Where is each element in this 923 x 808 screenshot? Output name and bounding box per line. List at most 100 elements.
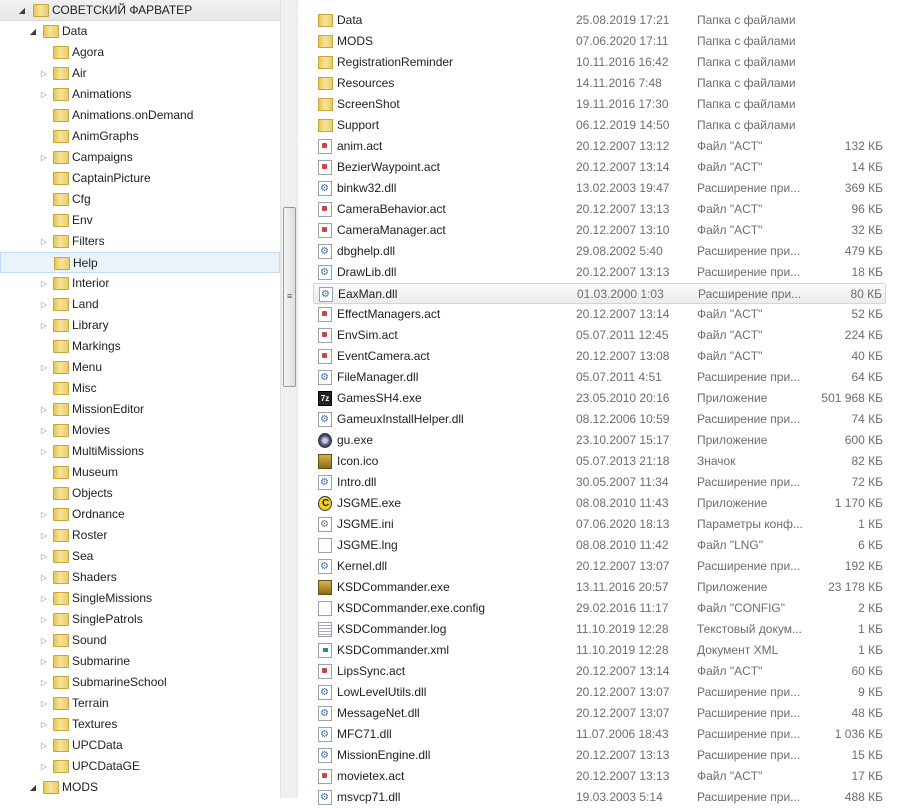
tree-item[interactable]: ▷ Submarine	[0, 651, 280, 672]
file-row[interactable]: MessageNet.dll20.12.2007 13:07Расширение…	[313, 703, 886, 724]
expanded-arrow-icon[interactable]: ◢	[28, 777, 38, 798]
file-row[interactable]: MODS 07.06.2020 17:11 Папка с файлами	[313, 31, 886, 52]
collapsed-arrow-icon[interactable]: ▷	[39, 630, 49, 651]
tree-item[interactable]: Museum	[0, 462, 280, 483]
tree-item[interactable]: Agora	[0, 42, 280, 63]
collapsed-arrow-icon[interactable]: ▷	[39, 525, 49, 546]
tree-item[interactable]: ▷ SinglePatrols	[0, 609, 280, 630]
file-row[interactable]: KSDCommander.xml 11.10.2019 12:28 Документ…	[313, 640, 886, 661]
tree-item[interactable]: ▷ Roster	[0, 525, 280, 546]
tree-item[interactable]: ▷ Movies	[0, 420, 280, 441]
expanded-arrow-icon[interactable]: ◢	[17, 0, 27, 21]
tree-item[interactable]: ▷ Sea	[0, 546, 280, 567]
collapsed-arrow-icon[interactable]: ▷	[39, 714, 49, 735]
file-row[interactable]: ScreenShot 19.11.2016 17:30 Папка с файлам…	[313, 94, 886, 115]
file-row[interactable]: Support 06.12.2019 14:50 Папка с файлами	[313, 115, 886, 136]
tree-item[interactable]: ▷ Air	[0, 63, 280, 84]
collapsed-arrow-icon[interactable]: ▷	[39, 609, 49, 630]
tree-item[interactable]: Markings	[0, 336, 280, 357]
file-row[interactable]: GameuxInstallHelper.dll08.12.2006 10:59Р…	[313, 409, 886, 430]
file-row[interactable]: KSDCommander.exe 13.11.2016 20:57 Приложен…	[313, 577, 886, 598]
collapsed-arrow-icon[interactable]: ▷	[39, 84, 49, 105]
collapsed-arrow-icon[interactable]: ▷	[39, 693, 49, 714]
file-row[interactable]: EaxMan.dll01.03.2000 1:03Расширение при.…	[313, 283, 886, 305]
tree-item[interactable]: ▷ Library	[0, 315, 280, 336]
tree-item[interactable]: ▷ UPCData	[0, 735, 280, 756]
tree-scrollbar[interactable]: ≡	[280, 0, 297, 798]
file-row[interactable]: anim.act 20.12.2007 13:12 Файл "ACT" 132 КБ	[313, 136, 886, 157]
collapsed-arrow-icon[interactable]: ▷	[39, 441, 49, 462]
file-row[interactable]: LowLevelUtils.dll20.12.2007 13:07Расшире…	[313, 682, 886, 703]
tree-item[interactable]: Env	[0, 210, 280, 231]
file-row[interactable]: CameraManager.act 20.12.2007 13:10 Файл "A…	[313, 220, 886, 241]
file-row[interactable]: EnvSim.act 05.07.2011 12:45 Файл "ACT" 224 …	[313, 325, 886, 346]
tree-item[interactable]: ▷ MultiMissions	[0, 441, 280, 462]
tree-item[interactable]: AnimGraphs	[0, 126, 280, 147]
collapsed-arrow-icon[interactable]: ▷	[39, 420, 49, 441]
file-row[interactable]: CameraBehavior.act 20.12.2007 13:13 Файл "…	[313, 199, 886, 220]
tree-item[interactable]: ▷ Land	[0, 294, 280, 315]
collapsed-arrow-icon[interactable]: ▷	[39, 567, 49, 588]
file-row[interactable]: MissionEngine.dll20.12.2007 13:13Расшире…	[313, 745, 886, 766]
tree-item[interactable]: ▷ Menu	[0, 357, 280, 378]
collapsed-arrow-icon[interactable]: ▷	[39, 315, 49, 336]
tree-item[interactable]: ▷ Filters	[0, 231, 280, 252]
file-row[interactable]: binkw32.dll13.02.2003 19:47Расширение пр…	[313, 178, 886, 199]
tree-item[interactable]: ▷ Ordnance	[0, 504, 280, 525]
tree-item[interactable]: ▷ SubmarineSchool	[0, 672, 280, 693]
collapsed-arrow-icon[interactable]: ▷	[39, 735, 49, 756]
collapsed-arrow-icon[interactable]: ▷	[39, 651, 49, 672]
collapsed-arrow-icon[interactable]: ▷	[39, 399, 49, 420]
collapsed-arrow-icon[interactable]: ▷	[39, 357, 49, 378]
tree-item-data[interactable]: ◢ Data	[0, 21, 280, 42]
file-row[interactable]: FileManager.dll05.07.2011 4:51Расширение…	[313, 367, 886, 388]
tree-item[interactable]: Help	[0, 252, 280, 273]
collapsed-arrow-icon[interactable]: ▷	[39, 672, 49, 693]
tree-item-root[interactable]: ◢ СОВЕТСКИЙ ФАРВАТЕР	[0, 0, 280, 21]
tree-item[interactable]: CaptainPicture	[0, 168, 280, 189]
file-row[interactable]: MFC71.dll11.07.2006 18:43Расширение при.…	[313, 724, 886, 745]
collapsed-arrow-icon[interactable]: ▷	[39, 294, 49, 315]
file-row[interactable]: movietex.act 20.12.2007 13:13 Файл "ACT" 17…	[313, 766, 886, 787]
file-row[interactable]: Kernel.dll20.12.2007 13:07Расширение при…	[313, 556, 886, 577]
file-row[interactable]: Intro.dll30.05.2007 11:34Расширение при.…	[313, 472, 886, 493]
file-row[interactable]: KSDCommander.exe.config 29.02.2016 11:17 Ф…	[313, 598, 886, 619]
file-row[interactable]: BezierWaypoint.act 20.12.2007 13:14 Файл "…	[313, 157, 886, 178]
expanded-arrow-icon[interactable]: ◢	[28, 21, 38, 42]
file-row[interactable]: Icon.ico 05.07.2013 21:18 Значок 82 КБ	[313, 451, 886, 472]
tree-item[interactable]: Cfg	[0, 189, 280, 210]
collapsed-arrow-icon[interactable]: ▷	[39, 546, 49, 567]
tree-item[interactable]: ▷ Sound	[0, 630, 280, 651]
file-row[interactable]: LipsSync.act 20.12.2007 13:14 Файл "ACT" 60…	[313, 661, 886, 682]
collapsed-arrow-icon[interactable]: ▷	[39, 756, 49, 777]
file-row[interactable]: DrawLib.dll20.12.2007 13:13Расширение пр…	[313, 262, 886, 283]
file-row[interactable]: EffectManagers.act 20.12.2007 13:14 Файл "…	[313, 304, 886, 325]
collapsed-arrow-icon[interactable]: ▷	[39, 231, 49, 252]
tree-item[interactable]: ▷ Interior	[0, 273, 280, 294]
file-row[interactable]: GamesSH4.exe 23.05.2010 20:16 Приложение 50…	[313, 388, 886, 409]
collapsed-arrow-icon[interactable]: ▷	[39, 504, 49, 525]
file-row[interactable]: gu.exe 23.10.2007 15:17 Приложение 600 КБ	[313, 430, 886, 451]
file-row[interactable]: JSGME.ini07.06.2020 18:13Параметры конф.…	[313, 514, 886, 535]
tree-item[interactable]: ▷ MissionEditor	[0, 399, 280, 420]
tree-item[interactable]: ▷ SingleMissions	[0, 588, 280, 609]
collapsed-arrow-icon[interactable]: ▷	[39, 273, 49, 294]
tree-item[interactable]: ▷ Textures	[0, 714, 280, 735]
file-row[interactable]: KSDCommander.log 11.10.2019 12:28 Текстовы…	[313, 619, 886, 640]
tree-item[interactable]: ▷ Terrain	[0, 693, 280, 714]
tree-item[interactable]: ▷ Shaders	[0, 567, 280, 588]
file-row[interactable]: Resources 14.11.2016 7:48 Папка с файлами	[313, 73, 886, 94]
scrollbar-thumb[interactable]: ≡	[283, 207, 296, 387]
file-row[interactable]: dbghelp.dll29.08.2002 5:40Расширение при…	[313, 241, 886, 262]
file-row[interactable]: JSGME.exe 08.08.2010 11:43 Приложение 1 170…	[313, 493, 886, 514]
collapsed-arrow-icon[interactable]: ▷	[39, 588, 49, 609]
tree-item[interactable]: ▷ Animations	[0, 84, 280, 105]
tree-item[interactable]: Objects	[0, 483, 280, 504]
file-row[interactable]: RegistrationReminder 10.11.2016 16:42 Папк…	[313, 52, 886, 73]
tree-item[interactable]: ▷ UPCDataGE	[0, 756, 280, 777]
collapsed-arrow-icon[interactable]: ▷	[39, 147, 49, 168]
file-row[interactable]: Data 25.08.2019 17:21 Папка с файлами	[313, 10, 886, 31]
tree-item[interactable]: Misc	[0, 378, 280, 399]
tree-item[interactable]: ▷ Campaigns	[0, 147, 280, 168]
collapsed-arrow-icon[interactable]: ▷	[39, 63, 49, 84]
